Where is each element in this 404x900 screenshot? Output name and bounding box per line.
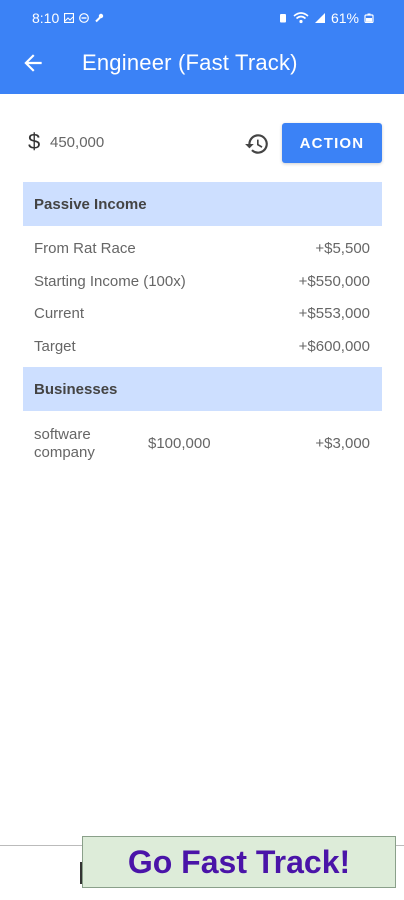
income-row-value: +$550,000: [298, 273, 370, 290]
passive-income-header: Passive Income: [23, 182, 382, 226]
income-row-target: Target +$600,000: [23, 330, 382, 362]
history-icon[interactable]: [244, 131, 270, 157]
status-right: 61%: [278, 10, 374, 26]
business-cost: $100,000: [148, 435, 211, 452]
wrench-icon: [95, 13, 104, 23]
do-not-disturb-icon: [79, 13, 90, 23]
income-row-label: Current: [34, 305, 85, 322]
income-row-label: Starting Income (100x): [34, 273, 186, 290]
battery-saver-icon: [279, 14, 286, 23]
go-fast-track-button[interactable]: Go Fast Track!: [82, 836, 396, 888]
action-button[interactable]: ACTION: [282, 123, 382, 163]
income-row-starting: Starting Income (100x) +$550,000: [23, 265, 382, 297]
income-row-value: +$5,500: [315, 240, 370, 257]
page-title: Engineer (Fast Track): [82, 50, 298, 75]
income-row-value: +$553,000: [298, 305, 370, 322]
business-income: +$3,000: [315, 435, 370, 452]
status-left: 8:10: [32, 10, 104, 26]
status-time: 8:10: [32, 10, 60, 26]
cash-row: $ 450,000 ACTION: [0, 120, 404, 164]
business-name: software company: [34, 426, 95, 461]
app-bar: Engineer (Fast Track): [0, 36, 404, 94]
battery-icon: [364, 13, 374, 23]
gallery-icon: [64, 13, 75, 23]
income-row-current: Current +$553,000: [23, 297, 382, 329]
income-row-label: Target: [34, 338, 76, 355]
battery-percent: 61%: [330, 10, 359, 26]
businesses-header: Businesses: [23, 367, 382, 411]
wifi-icon: [293, 12, 309, 24]
signal-icon: [314, 13, 325, 23]
dollar-icon: $: [28, 129, 41, 154]
income-row-value: +$600,000: [298, 338, 370, 355]
income-row-rat-race: From Rat Race +$5,500: [23, 232, 382, 264]
back-arrow-icon[interactable]: [20, 50, 46, 76]
income-row-label: From Rat Race: [34, 240, 136, 257]
cash-value: 450,000: [50, 134, 105, 151]
status-bar: 8:10 61%: [0, 0, 404, 36]
business-row[interactable]: software company $100,000 +$3,000: [23, 424, 382, 464]
